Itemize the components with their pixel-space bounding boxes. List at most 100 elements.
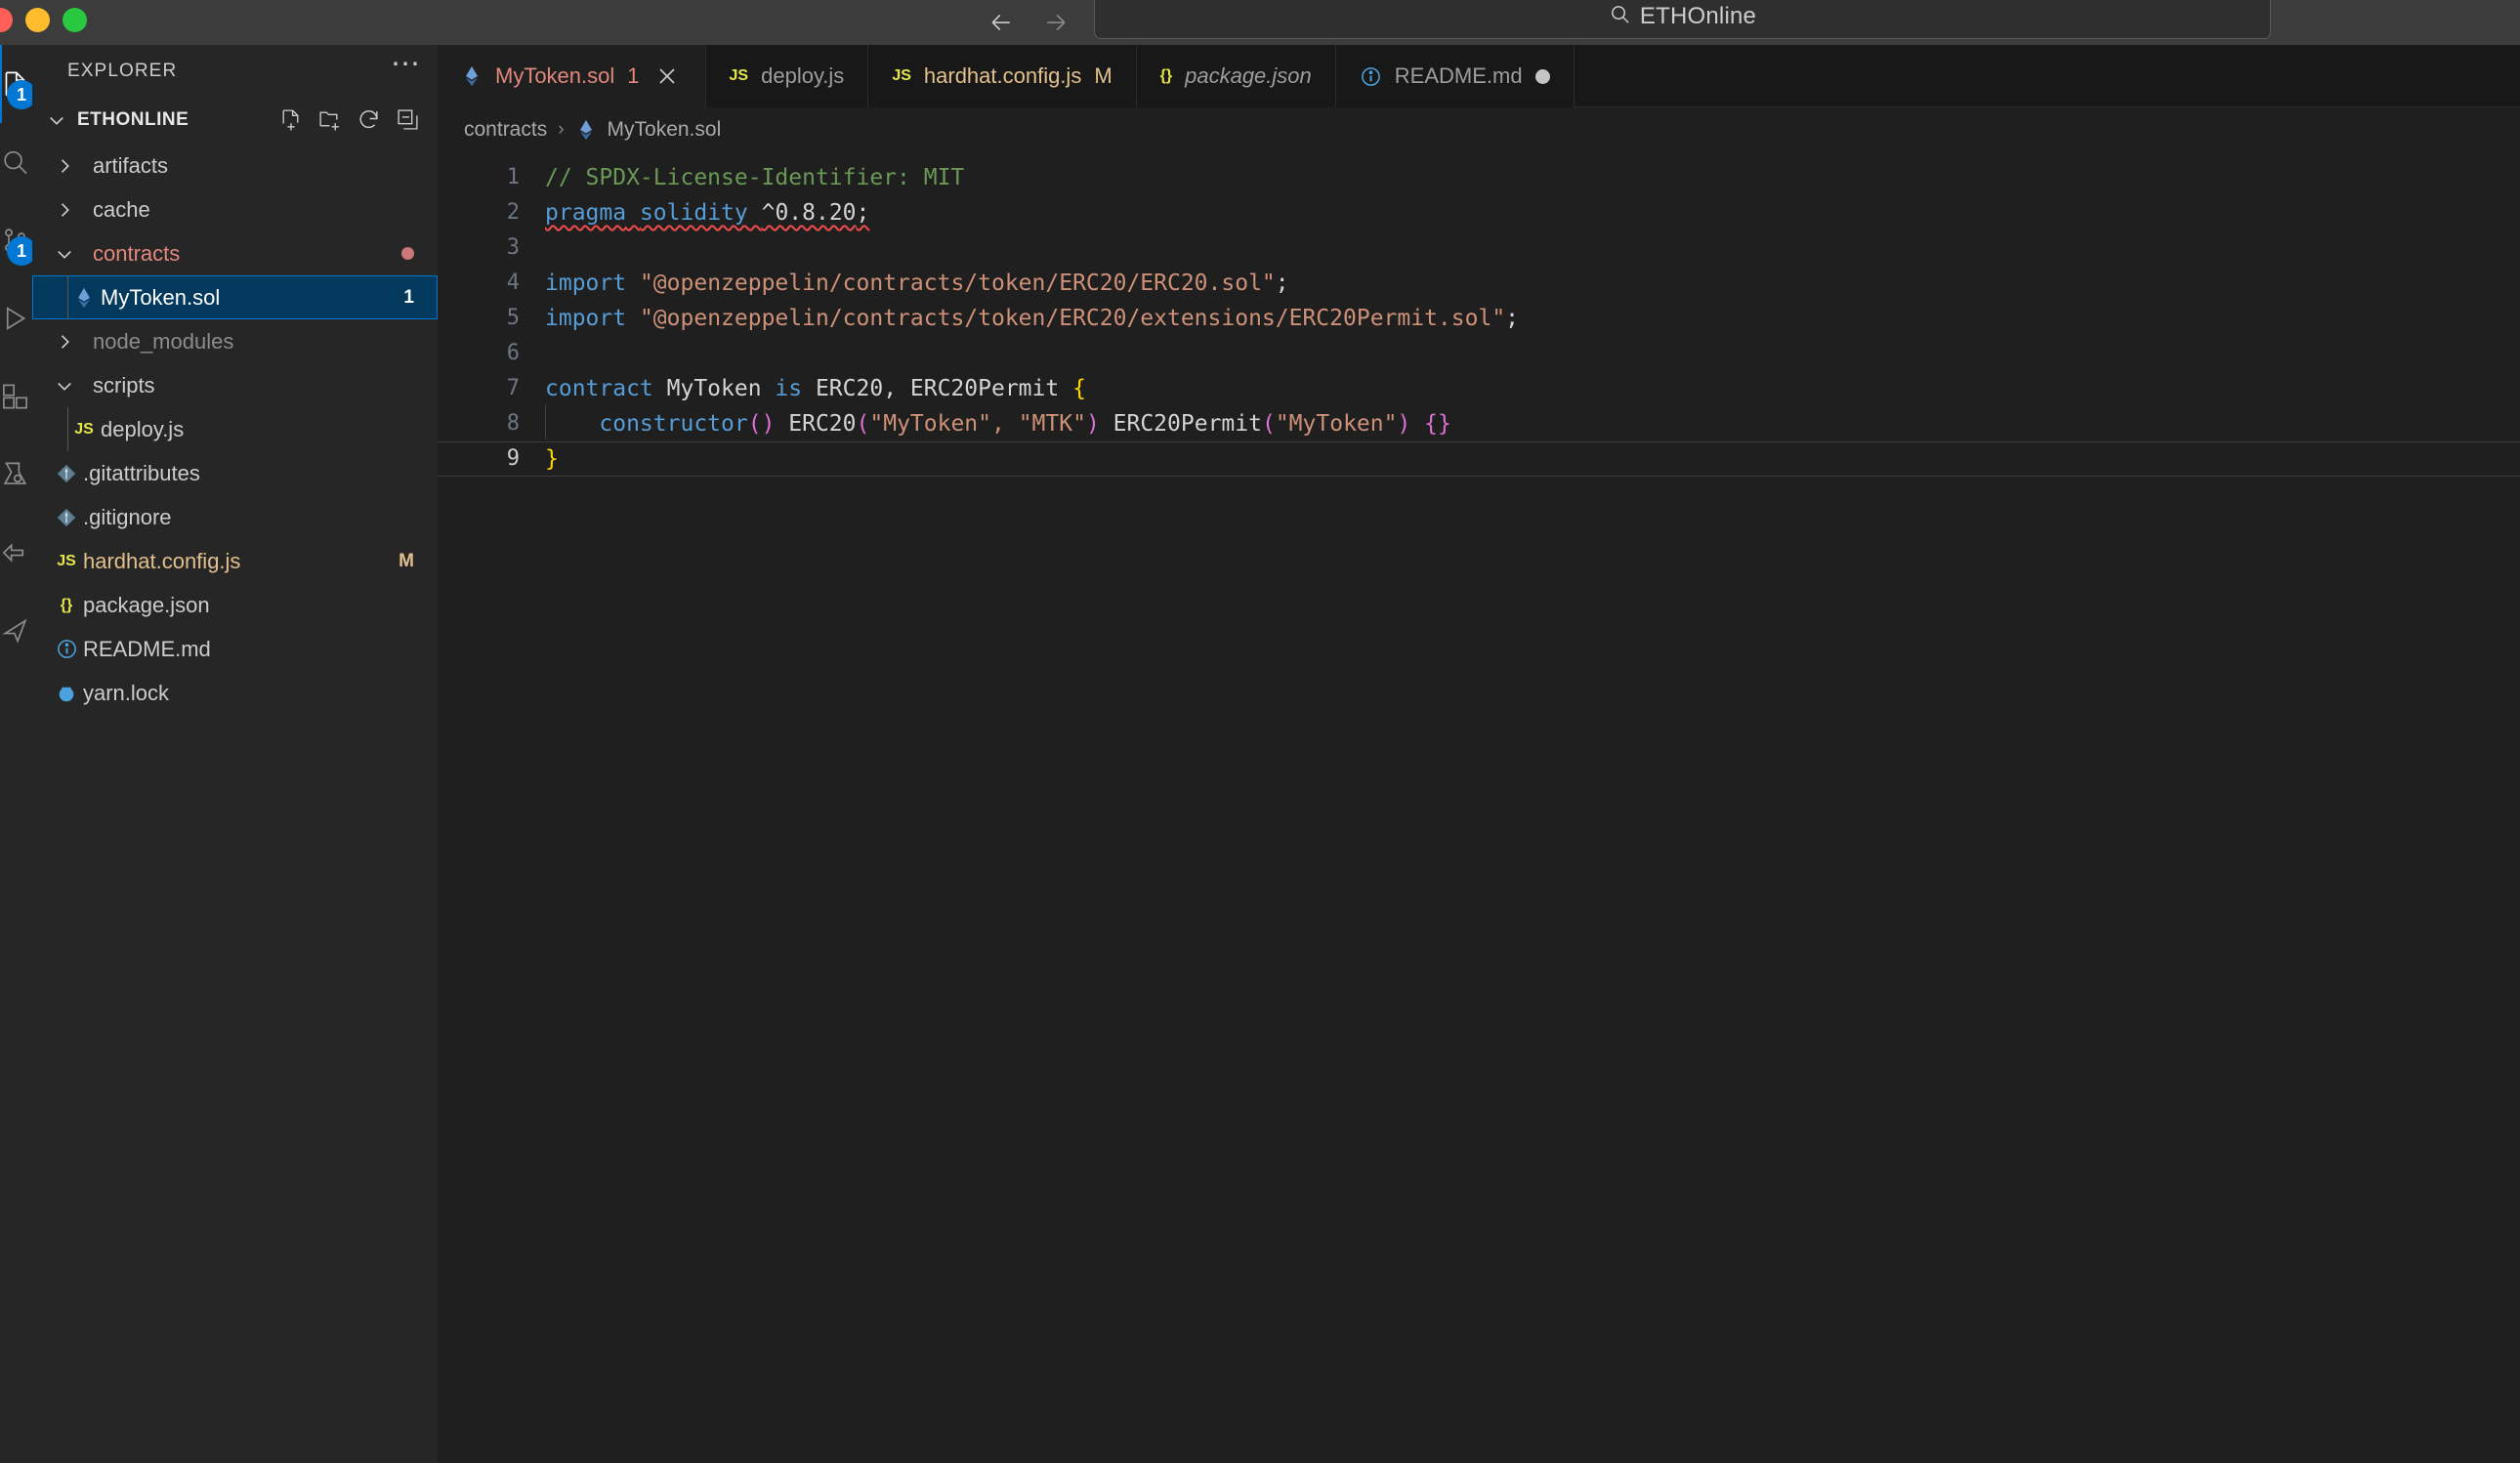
code-line[interactable]: 1// SPDX-License-Identifier: MIT [438, 160, 2520, 195]
tree-item-contracts[interactable]: contracts [32, 231, 438, 275]
code-token: "@openzeppelin/contracts/token/ERC20/ERC… [640, 271, 1276, 296]
sidebar-more-actions-icon[interactable]: ⋯ [391, 59, 420, 84]
sidebar-title: EXPLORER [67, 61, 391, 82]
code-token: import [545, 271, 626, 296]
activity-item-source-control[interactable]: 1 [0, 201, 32, 279]
tree-item--gitignore[interactable]: .gitignore [32, 495, 438, 539]
tab-badge: M [1094, 63, 1112, 89]
tree-item-label: .gitattributes [83, 461, 414, 486]
breadcrumb-item[interactable]: MyToken.sol [608, 118, 722, 142]
code-line[interactable]: 7contract MyToken is ERC20, ERC20Permit … [438, 371, 2520, 406]
chevron-down-icon[interactable] [50, 376, 79, 396]
code-line-text: pragma solidity ^0.8.20; [545, 195, 869, 230]
code-line[interactable]: 8 constructor() ERC20("MyToken", "MTK") … [438, 406, 2520, 441]
minimize-window-button[interactable] [25, 8, 50, 32]
activity-item-remote-explorer[interactable] [0, 514, 32, 592]
command-center[interactable]: ETHOnline [1094, 0, 2271, 39]
activity-item-search[interactable] [0, 123, 32, 201]
js-icon: JS [50, 553, 83, 570]
code-token: contract [545, 376, 653, 401]
tab-label: MyToken.sol [495, 63, 614, 89]
collapse-all-icon[interactable] [391, 104, 424, 137]
chevron-right-icon[interactable] [50, 332, 79, 352]
tree-item-package-json[interactable]: {}package.json [32, 583, 438, 627]
activity-item-extensions[interactable] [0, 357, 32, 436]
code-line[interactable]: 9} [438, 441, 2520, 477]
tab-bar-filler [1575, 45, 2520, 107]
code-token: ; [1276, 271, 1289, 296]
chevron-down-icon[interactable] [42, 110, 71, 130]
code-token: ) [1397, 411, 1410, 437]
code-token: solidity [640, 200, 748, 226]
code-token: ) [1086, 411, 1100, 437]
tab-label: package.json [1185, 63, 1312, 89]
activity-item-deploy[interactable] [0, 592, 32, 670]
new-folder-icon[interactable] [313, 104, 346, 137]
tree-item-scripts[interactable]: scripts [32, 363, 438, 407]
tree-item-label: package.json [83, 593, 414, 618]
tree-item-readme-md[interactable]: README.md [32, 627, 438, 671]
line-number: 1 [438, 160, 545, 195]
unsaved-dot-icon[interactable] [1535, 69, 1550, 84]
activity-item-explorer[interactable]: 1 [0, 45, 32, 123]
tab-label: README.md [1395, 63, 1523, 89]
tab-badge: 1 [627, 63, 639, 89]
editor-tab-bar[interactable]: MyToken.sol 1 JSdeploy.jsJShardhat.config.… [438, 45, 2520, 107]
project-root-row[interactable]: ETHONLINE [32, 98, 438, 142]
file-tree[interactable]: artifacts cache contractsMyToken.sol1node_… [32, 144, 438, 715]
activity-item-run-and-debug[interactable] [0, 279, 32, 357]
back-arrow-icon[interactable] [987, 8, 1016, 37]
tree-item--gitattributes[interactable]: .gitattributes [32, 451, 438, 495]
json-icon: {} [1160, 67, 1172, 85]
tree-item-label: cache [93, 197, 414, 223]
breadcrumb[interactable]: contracts›MyToken.sol [438, 107, 2520, 152]
forward-arrow-icon[interactable] [1041, 8, 1071, 37]
git-icon [50, 463, 83, 484]
activity-item-testing[interactable] [0, 436, 32, 514]
code-token: "MyToken", "MTK" [869, 411, 1086, 437]
code-token: "@openzeppelin/contracts/token/ERC20/ext… [640, 306, 1505, 331]
code-editor[interactable]: 1// SPDX-License-Identifier: MIT2pragma … [438, 152, 2520, 477]
js-icon: JS [892, 67, 911, 85]
maximize-window-button[interactable] [63, 8, 87, 32]
editor-tab-readme-md[interactable]: README.md [1336, 45, 1575, 107]
tree-item-mytoken-sol[interactable]: MyToken.sol1 [32, 275, 438, 319]
editor-tab-package-json[interactable]: {} package.json [1137, 45, 1336, 107]
editor-tab-mytoken-sol[interactable]: MyToken.sol 1 [438, 45, 706, 107]
code-line[interactable]: 6 [438, 336, 2520, 371]
code-line[interactable]: 3 [438, 230, 2520, 266]
json-icon: {} [50, 597, 83, 614]
code-token: ; [1505, 306, 1519, 331]
code-line[interactable]: 4import "@openzeppelin/contracts/token/E… [438, 266, 2520, 301]
code-token: () [748, 411, 776, 437]
chevron-down-icon[interactable] [50, 244, 79, 264]
code-line[interactable]: 5import "@openzeppelin/contracts/token/E… [438, 301, 2520, 336]
tree-item-deploy-js[interactable]: JSdeploy.js [32, 407, 438, 451]
navigation-controls[interactable] [987, 0, 1071, 45]
code-line-text: constructor() ERC20("MyToken", "MTK") ER… [545, 406, 1451, 441]
code-token [626, 271, 640, 296]
code-token: constructor [599, 411, 747, 437]
close-icon[interactable] [652, 62, 682, 91]
editor-tab-deploy-js[interactable]: JSdeploy.js [706, 45, 869, 107]
editor-tab-hardhat-config-js[interactable]: JShardhat.config.jsM [868, 45, 1136, 107]
chevron-right-icon[interactable] [50, 200, 79, 220]
tree-item-cache[interactable]: cache [32, 188, 438, 231]
code-token: {} [1424, 411, 1451, 437]
code-token: pragma [545, 200, 626, 226]
window-controls[interactable] [0, 8, 87, 32]
code-token: "MyToken" [1276, 411, 1398, 437]
tree-item-node-modules[interactable]: node_modules [32, 319, 438, 363]
solidity-icon [575, 118, 597, 142]
tree-item-hardhat-config-js[interactable]: JShardhat.config.jsM [32, 539, 438, 583]
title-bar: ETHOnline [0, 0, 2520, 45]
activity-bar[interactable]: 1 1 [0, 45, 32, 1463]
close-window-button[interactable] [0, 8, 13, 32]
tree-item-artifacts[interactable]: artifacts [32, 144, 438, 188]
refresh-icon[interactable] [352, 104, 385, 137]
breadcrumb-item[interactable]: contracts [464, 118, 547, 142]
chevron-right-icon[interactable] [50, 156, 79, 176]
code-line[interactable]: 2pragma solidity ^0.8.20; [438, 195, 2520, 230]
new-file-icon[interactable] [273, 104, 307, 137]
tree-item-yarn-lock[interactable]: yarn.lock [32, 671, 438, 715]
